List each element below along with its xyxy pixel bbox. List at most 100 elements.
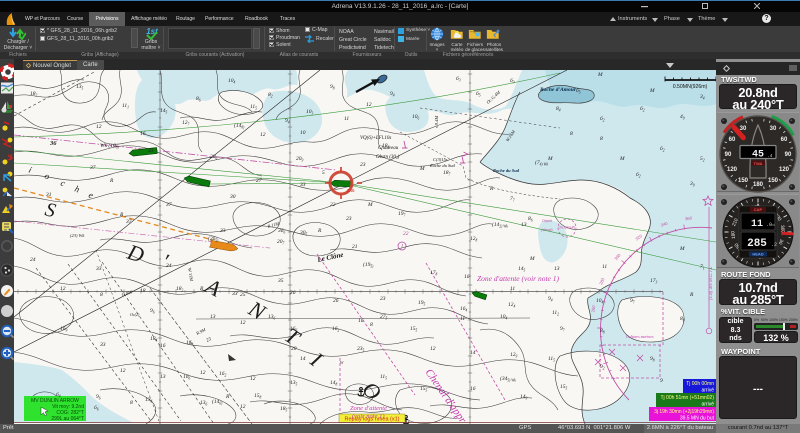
- svg-text:R: R: [317, 228, 322, 234]
- svg-text:M: M: [619, 156, 625, 162]
- svg-text:HEAD: HEAD: [752, 252, 763, 257]
- svg-text:12: 12: [60, 286, 66, 292]
- svg-text:arrivé: arrivé: [701, 402, 714, 408]
- svg-text:.2: .2: [771, 242, 777, 248]
- svg-text:90: 90: [725, 152, 732, 158]
- svg-text:12: 12: [250, 376, 256, 382]
- svg-text:Tj 00h 51mn (+51mn02): Tj 00h 51mn (+51mn02): [660, 395, 714, 401]
- svg-text:22: 22: [403, 231, 409, 237]
- svg-text:11: 11: [460, 316, 465, 322]
- svg-text:8: 8: [600, 136, 603, 142]
- svg-text:8: 8: [570, 131, 573, 137]
- svg-text:Oc(2): Oc(2): [130, 312, 140, 317]
- svg-text:12: 12: [200, 370, 206, 376]
- svg-text:M: M: [597, 72, 603, 78]
- svg-text:Zone d'attente (voir note 1): Zone d'attente (voir note 1): [477, 274, 560, 283]
- svg-text:5: 5: [322, 170, 325, 176]
- svg-text:33: 33: [299, 182, 306, 188]
- svg-text:Obstn (30₄): Obstn (30₄): [376, 155, 400, 160]
- svg-text:150: 150: [738, 178, 749, 184]
- svg-text:360: 360: [685, 215, 693, 221]
- svg-text:35: 35: [277, 278, 284, 284]
- svg-text:12: 12: [240, 320, 246, 326]
- svg-text:18: 18: [140, 288, 146, 294]
- svg-text:(23) Wk: (23) Wk: [70, 233, 85, 238]
- svg-text:R: R: [119, 212, 124, 218]
- svg-text:arrivé: arrivé: [701, 388, 714, 394]
- svg-text:25: 25: [240, 292, 246, 298]
- svg-text:10: 10: [300, 130, 306, 136]
- svg-text:23: 23: [380, 296, 386, 302]
- svg-text:26: 26: [333, 298, 339, 304]
- svg-text:M: M: [679, 246, 685, 252]
- svg-text:M: M: [529, 256, 535, 262]
- svg-text:23: 23: [360, 162, 366, 168]
- svg-text:37: 37: [165, 202, 172, 208]
- svg-text:Dépôt: Dépôt: [542, 219, 553, 223]
- svg-text:60: 60: [781, 137, 788, 143]
- svg-text:Roche du Sud: Roche du Sud: [429, 163, 455, 168]
- svg-text:120: 120: [727, 167, 738, 173]
- svg-text:12: 12: [120, 368, 126, 374]
- svg-text:33: 33: [147, 148, 154, 154]
- svg-text:d'explosifs: d'explosifs: [559, 226, 576, 230]
- svg-text:30: 30: [770, 126, 777, 132]
- svg-text:12: 12: [260, 132, 266, 138]
- svg-text:16: 16: [160, 343, 166, 349]
- svg-text:dir: dir: [780, 230, 785, 236]
- svg-text:180: 180: [730, 230, 737, 239]
- svg-text:150: 150: [768, 178, 779, 184]
- svg-text:13: 13: [210, 314, 216, 320]
- svg-text:285: 285: [747, 238, 767, 250]
- svg-text:Zone d'attente: Zone d'attente: [350, 405, 387, 412]
- svg-text:R: R: [109, 178, 114, 184]
- svg-text:24: 24: [30, 256, 36, 263]
- svg-text:12: 12: [240, 404, 246, 410]
- svg-text:M: M: [419, 166, 425, 172]
- svg-text:M: M: [649, 88, 655, 94]
- svg-text:23: 23: [346, 216, 352, 222]
- svg-text:16: 16: [470, 386, 476, 392]
- svg-text:s 9.4M: s 9.4M: [434, 115, 439, 128]
- svg-text:VQ(6)+LFl.10s: VQ(6)+LFl.10s: [360, 136, 391, 141]
- svg-text:16: 16: [358, 318, 364, 324]
- svg-text:33: 33: [99, 342, 106, 348]
- svg-text:8: 8: [100, 292, 103, 298]
- svg-text:180: 180: [753, 182, 764, 188]
- svg-text:11: 11: [602, 264, 607, 270]
- svg-text:M: M: [367, 202, 373, 208]
- svg-text:13: 13: [160, 374, 166, 380]
- svg-text:Roche du Sud: Roche du Sud: [493, 168, 520, 173]
- svg-text:45: 45: [752, 150, 764, 161]
- svg-text:37: 37: [125, 219, 132, 225]
- svg-text:27: 27: [256, 178, 262, 184]
- svg-text:12: 12: [96, 124, 102, 130]
- svg-text:120: 120: [779, 167, 790, 173]
- svg-text:36: 36: [49, 140, 57, 147]
- svg-text:.4: .4: [767, 153, 773, 159]
- svg-text:16: 16: [464, 274, 470, 280]
- svg-text:12: 12: [430, 346, 436, 352]
- svg-text:Cultures marines: Cultures marines: [626, 334, 654, 339]
- svg-text:R: R: [689, 292, 694, 298]
- svg-text:22: 22: [330, 202, 336, 208]
- svg-text:8: 8: [370, 322, 373, 328]
- svg-text:26: 26: [290, 290, 296, 296]
- svg-text:90: 90: [785, 152, 792, 158]
- svg-text:3j 19h 30mn (+2j19h29mn): 3j 19h 30mn (+2j19h29mn): [654, 409, 714, 415]
- svg-text:33: 33: [95, 266, 102, 272]
- svg-text:30: 30: [229, 194, 236, 200]
- svg-text:299L au 064°T: 299L au 064°T: [51, 416, 84, 422]
- svg-text:13: 13: [554, 266, 560, 272]
- svg-text:(1.8) 3/5 M.C.T.L: (1.8) 3/5 M.C.T.L: [708, 266, 713, 300]
- svg-text:R: R: [225, 394, 230, 400]
- svg-text:11: 11: [751, 219, 763, 230]
- svg-text:14: 14: [300, 355, 306, 362]
- svg-text:21: 21: [352, 244, 358, 250]
- svg-text:14: 14: [470, 349, 476, 356]
- svg-text:33: 33: [219, 228, 226, 234]
- svg-text:M: M: [547, 156, 553, 162]
- svg-text:37: 37: [89, 165, 96, 171]
- svg-text:Chauveau: Chauveau: [378, 146, 399, 151]
- svg-text:CAP: CAP: [754, 207, 763, 212]
